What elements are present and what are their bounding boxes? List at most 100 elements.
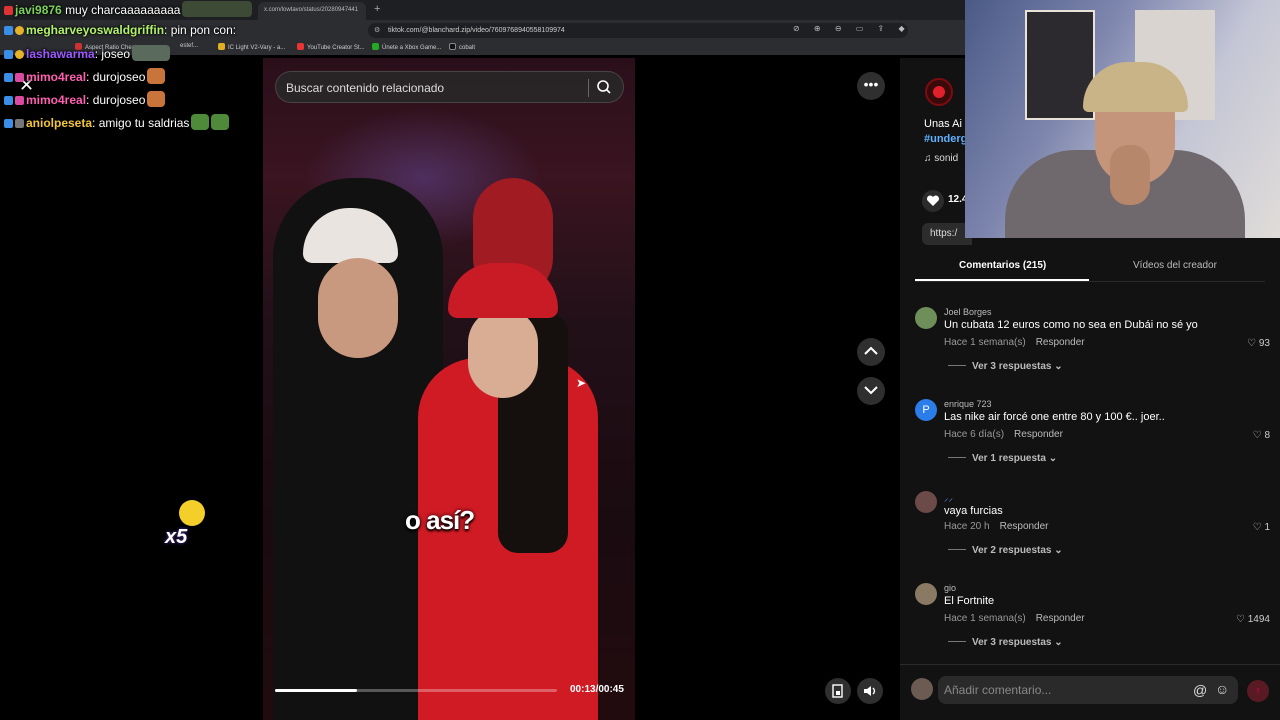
like-button[interactable] bbox=[922, 190, 944, 212]
chat-emote bbox=[132, 45, 171, 61]
chevron-up-icon bbox=[864, 346, 878, 355]
site-info-icon[interactable]: ⚙ bbox=[374, 26, 380, 34]
comment-like-count: 1 bbox=[1264, 522, 1270, 533]
comment-text: Un cubata 12 euros como no sea en Dubái … bbox=[944, 319, 1198, 331]
view-replies-button[interactable]: Ver 2 respuestas ⌄ bbox=[948, 545, 1063, 556]
tab-comments[interactable]: Comentarios (215) bbox=[959, 260, 1046, 271]
chat-username: mimo4real bbox=[26, 70, 87, 84]
chat-username: mimo4real bbox=[26, 93, 87, 107]
view-replies-button[interactable]: Ver 3 respuestas ⌄ bbox=[948, 637, 1063, 648]
comment-time: Hace 6 día(s) bbox=[944, 429, 1005, 440]
tab-creator-videos[interactable]: Vídeos del creador bbox=[1133, 260, 1217, 271]
comment-time: Hace 1 semana(s) bbox=[944, 613, 1026, 624]
pip-button[interactable] bbox=[825, 678, 851, 704]
chat-emote bbox=[191, 114, 210, 130]
reply-button[interactable]: Responder bbox=[1036, 613, 1085, 624]
user-avatar[interactable] bbox=[911, 678, 933, 700]
bookmark-item[interactable]: cobalt bbox=[449, 43, 475, 51]
bookmark-item[interactable]: IC Light V2-Vary - a... bbox=[218, 43, 285, 51]
chat-username: megharveyoswaldgriffin bbox=[26, 23, 165, 37]
view-replies-label: Ver 3 respuestas bbox=[972, 361, 1052, 372]
chat-text: muy charcaaaaaaaaa bbox=[65, 3, 181, 17]
panel-tabs: Comentarios (215) Vídeos del creador bbox=[915, 255, 1265, 282]
chat-message: lashawarma: joseo bbox=[4, 45, 171, 61]
search-placeholder: Buscar contenido relacionado bbox=[286, 81, 445, 95]
creator-avatar[interactable] bbox=[925, 78, 953, 106]
comment-time: Hace 1 semana(s) bbox=[944, 337, 1026, 348]
browser-tab[interactable]: x.com/lowtavo/status/20280947441 bbox=[258, 2, 366, 20]
commenter-name[interactable]: ⸝⸝ bbox=[944, 491, 953, 504]
video-progress-bar[interactable] bbox=[275, 689, 557, 692]
emoji-icon[interactable]: ☺ bbox=[1215, 681, 1229, 697]
chat-text: durojoseo bbox=[92, 70, 146, 84]
chat-text: durojoseo bbox=[92, 93, 146, 107]
chat-badge-icon bbox=[4, 119, 13, 128]
chat-text: amigo tu saldrias bbox=[98, 116, 190, 130]
bookmark-item[interactable]: estef... bbox=[180, 43, 198, 49]
floating-player-icon bbox=[832, 684, 843, 698]
volume-button[interactable] bbox=[857, 678, 883, 704]
video-scene-face-right bbox=[468, 308, 538, 398]
video-caption: o así? bbox=[405, 505, 475, 535]
commenter-avatar[interactable] bbox=[915, 307, 937, 329]
chat-emote bbox=[147, 91, 166, 107]
chat-message: aniolpeseta: amigo tu saldrias bbox=[4, 114, 230, 130]
comment-like-button[interactable]: ♡ 1494 bbox=[1236, 614, 1270, 625]
comment-like-button[interactable]: ♡ 1 bbox=[1253, 522, 1270, 533]
comment-meta: Hace 1 semana(s) Responder bbox=[944, 337, 1085, 348]
chat-badge-icon bbox=[15, 119, 24, 128]
active-tab-indicator bbox=[915, 279, 1089, 281]
view-replies-button[interactable]: Ver 3 respuestas ⌄ bbox=[948, 361, 1063, 372]
commenter-avatar[interactable] bbox=[915, 583, 937, 605]
mention-icon[interactable]: @ bbox=[1193, 682, 1207, 698]
reply-button[interactable]: Responder bbox=[1014, 429, 1063, 440]
search-icon[interactable] bbox=[594, 77, 614, 97]
post-hashtag[interactable]: #underg bbox=[924, 133, 967, 145]
volume-icon bbox=[864, 686, 876, 696]
send-comment-button[interactable]: ↑ bbox=[1247, 680, 1269, 702]
more-options-button[interactable]: ••• bbox=[857, 72, 885, 100]
post-description: Unas Ai bbox=[924, 118, 962, 130]
reply-button[interactable]: Responder bbox=[1036, 337, 1085, 348]
chat-badge-icon bbox=[15, 96, 24, 105]
heart-icon bbox=[926, 195, 940, 206]
mouse-cursor-icon: ➤ bbox=[576, 376, 587, 390]
comment-meta: Hace 1 semana(s) Responder bbox=[944, 613, 1085, 624]
comment-like-button[interactable]: ♡ 93 bbox=[1247, 338, 1270, 349]
comment-like-count: 8 bbox=[1264, 430, 1270, 441]
bookmark-item[interactable]: Únete a Xbox Game... bbox=[372, 43, 441, 51]
commenter-name[interactable]: enrique 723 bbox=[944, 399, 992, 409]
post-sound[interactable]: ♫ sonid bbox=[924, 153, 958, 164]
chat-badge-icon bbox=[4, 73, 13, 82]
new-tab-button[interactable]: + bbox=[374, 3, 380, 15]
reply-button[interactable]: Responder bbox=[1000, 521, 1049, 532]
commenter-avatar[interactable]: P bbox=[915, 399, 937, 421]
commenter-name[interactable]: Joel Borges bbox=[944, 307, 992, 317]
chat-badge-icon bbox=[4, 50, 13, 59]
bookmark-item[interactable]: YouTube Creator St... bbox=[297, 43, 365, 51]
chat-badge-icon bbox=[15, 50, 24, 59]
commenter-name[interactable]: gio bbox=[944, 583, 956, 593]
comment-meta: Hace 6 día(s) Responder bbox=[944, 429, 1063, 440]
chat-emote bbox=[211, 114, 230, 130]
comment-like-button[interactable]: ♡ 8 bbox=[1253, 430, 1270, 441]
view-replies-button[interactable]: Ver 1 respuesta ⌄ bbox=[948, 453, 1057, 464]
bits-multiplier: x5 bbox=[165, 526, 188, 548]
comment-like-count: 93 bbox=[1258, 338, 1270, 349]
chat-badge-icon bbox=[4, 96, 13, 105]
bits-alert: x5 bbox=[165, 500, 205, 549]
next-video-button[interactable] bbox=[857, 377, 885, 405]
chat-username: javi9876 bbox=[15, 3, 62, 17]
laughing-emoji-icon bbox=[179, 500, 205, 526]
commenter-avatar[interactable] bbox=[915, 491, 937, 513]
video-scene-face-left bbox=[318, 258, 398, 358]
related-search-box[interactable]: Buscar contenido relacionado bbox=[275, 71, 624, 103]
extension-icons[interactable]: ⊘ ⊕ ⊖ ▭ ⇪ ◆ bbox=[793, 24, 911, 33]
chat-emote bbox=[147, 68, 166, 84]
video-progress-fill bbox=[275, 689, 357, 692]
chat-text: pin pon con: bbox=[170, 23, 237, 37]
chat-username: lashawarma bbox=[26, 47, 95, 61]
chat-message: mimo4real: durojoseo bbox=[4, 91, 166, 107]
previous-video-button[interactable] bbox=[857, 338, 885, 366]
chat-message: mimo4real: durojoseo bbox=[4, 68, 166, 84]
